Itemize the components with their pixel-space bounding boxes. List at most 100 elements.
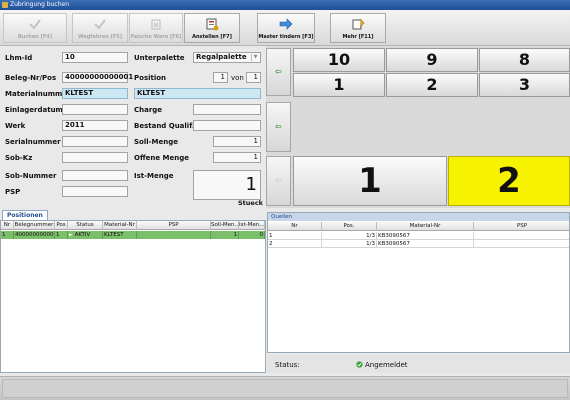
column-pos[interactable]: Pos. <box>322 222 377 231</box>
cell-soll-menge: 1 <box>211 231 239 239</box>
column-nr[interactable]: Nr <box>268 222 322 231</box>
wrong-goods-icon <box>151 19 161 30</box>
column-nr[interactable]: Nr <box>1 221 14 230</box>
offene-menge-field[interactable]: 1 <box>213 152 261 163</box>
column-soll-menge[interactable]: Soll-Men... <box>211 221 239 230</box>
werk-field[interactable]: 2011 <box>62 120 128 131</box>
numpad-nav-bottom[interactable]: ⇦ <box>266 156 291 206</box>
positionen-table-header: Nr Belegnummer Pos Status Material-Nr PS… <box>1 221 265 230</box>
master-tindern-button[interactable]: Master tindern [F3] <box>257 13 315 43</box>
ist-menge-unit: Stueck <box>238 199 264 207</box>
unterpalette-select[interactable]: Regalpalette ▼ <box>193 52 261 63</box>
position-field[interactable]: 1 <box>213 72 228 83</box>
lhm-id-label: Lhm-Id <box>5 54 33 62</box>
check-icon <box>29 19 41 30</box>
column-material-nr[interactable]: Material-Nr <box>377 222 474 231</box>
position-von-label: von <box>231 74 244 82</box>
charge-field[interactable] <box>193 104 261 115</box>
werk-label: Werk <box>5 122 26 130</box>
arrow-left-icon: ⇦ <box>275 67 282 76</box>
wegfahren-button[interactable]: Wegfahren [F5] <box>72 13 128 43</box>
buchen-button[interactable]: Buchen [F4] <box>3 13 67 43</box>
cell-psp <box>137 231 211 239</box>
numpad-key-3[interactable]: 3 <box>479 73 570 97</box>
sob-nummer-label: Sob-Nummer <box>5 172 57 180</box>
einlagerdatum-field[interactable] <box>62 104 128 115</box>
app-icon <box>2 2 8 8</box>
check-icon <box>94 19 106 30</box>
cell-pos: 1 <box>55 231 68 239</box>
cell-status-text: AKTIV <box>74 232 91 238</box>
column-belegnummer[interactable]: Belegnummer <box>14 221 55 230</box>
toolbar: Buchen [F4] Wegfahren [F5] Falsche Ware … <box>0 10 570 46</box>
psp-field[interactable] <box>62 186 128 197</box>
falsche-ware-button-label: Falsche Ware [F6] <box>130 34 182 40</box>
cell-nr: 2 <box>268 240 322 248</box>
column-status[interactable]: Status <box>68 221 103 230</box>
column-psp[interactable]: PSP <box>474 222 570 231</box>
column-psp[interactable]: PSP <box>137 221 211 230</box>
materialnummer-field[interactable]: KLTEST <box>62 88 128 99</box>
anstellen-button[interactable]: Anstellen [F7] <box>184 13 240 43</box>
buchen-button-label: Buchen [F4] <box>17 34 53 40</box>
serialnummer-field[interactable] <box>62 136 128 147</box>
numpad-big-key-1[interactable]: 1 <box>293 156 447 206</box>
bottom-bar <box>0 376 570 400</box>
beleg-nr-pos-field[interactable]: 40000000000001 <box>62 72 133 83</box>
column-pos[interactable]: Pos <box>55 221 68 230</box>
anstellen-button-label: Anstellen [F7] <box>192 34 232 40</box>
table-row[interactable]: 2 1/3 KB3090567 <box>268 240 569 248</box>
mehr-button[interactable]: Mehr [F11] <box>330 13 386 43</box>
ist-menge-label: Ist-Menge <box>134 172 174 180</box>
numpad-key-10[interactable]: 10 <box>293 48 385 72</box>
numpad-panel: ⇦ 10 9 8 1 2 3 ⇦ ⇦ 1 2 <box>266 46 570 208</box>
column-ist-menge[interactable]: Ist-Men... <box>239 221 265 230</box>
cell-nr: 1 <box>268 232 322 240</box>
table-row[interactable]: 1 1/3 KB3090567 <box>268 232 569 240</box>
serialnummer-label: Serialnummer <box>5 138 61 146</box>
numpad-key-2[interactable]: 2 <box>386 73 478 97</box>
numpad-key-8[interactable]: 8 <box>479 48 570 72</box>
bestand-qualif-label: Bestand Qualif. <box>134 122 195 130</box>
bestand-qualif-field[interactable] <box>193 120 261 131</box>
quellen-title: Quellen <box>268 213 569 221</box>
position-label: Position <box>134 74 167 82</box>
numpad-nav-middle[interactable]: ⇦ <box>266 102 291 152</box>
positionen-tabs: Positionen <box>0 210 266 220</box>
falsche-ware-button[interactable]: Falsche Ware [F6] <box>129 13 183 43</box>
tab-positionen[interactable]: Positionen <box>2 210 48 220</box>
cell-belegnummer: 40000000000 <box>15 231 55 239</box>
cell-material-nr: KB3090567 <box>377 232 474 240</box>
numpad-key-1[interactable]: 1 <box>293 73 385 97</box>
material-text-field[interactable]: KLTEST <box>134 88 261 99</box>
positionen-table: Nr Belegnummer Pos Status Material-Nr PS… <box>0 220 266 373</box>
chevron-down-icon[interactable]: ▼ <box>251 54 259 61</box>
soll-menge-label: Soll-Menge <box>134 138 179 146</box>
message-area <box>2 379 568 398</box>
cell-psp <box>474 240 570 248</box>
sob-nummer-field[interactable] <box>62 170 128 181</box>
sob-kz-label: Sob-Kz <box>5 154 33 162</box>
mehr-button-label: Mehr [F11] <box>342 34 374 40</box>
lhm-id-field[interactable]: 10 <box>62 52 128 63</box>
charge-label: Charge <box>134 106 163 114</box>
table-row[interactable]: 1 40000000000 1 ► AKTIV KLTEST 1 0 <box>1 231 265 239</box>
sob-kz-field[interactable] <box>62 152 128 163</box>
queue-icon <box>206 18 219 31</box>
position-von-field[interactable]: 1 <box>246 72 261 83</box>
window-title: Zubringung buchen <box>10 1 69 8</box>
numpad-nav-top[interactable]: ⇦ <box>266 48 291 96</box>
soll-menge-field[interactable]: 1 <box>213 136 261 147</box>
status-bar: Status: Angemeldet <box>267 355 570 373</box>
einlagerdatum-label: Einlagerdatum <box>5 106 63 114</box>
numpad-key-9[interactable]: 9 <box>386 48 478 72</box>
cell-psp <box>474 232 570 240</box>
more-icon <box>352 18 365 30</box>
unterpalette-value: Regalpalette <box>196 53 247 61</box>
status-value: Angemeldet <box>365 361 408 369</box>
numpad-big-key-2[interactable]: 2 <box>448 156 570 206</box>
quellen-table-header: Nr Pos. Material-Nr PSP <box>268 222 569 231</box>
unterpalette-label: Unterpalette <box>134 54 185 62</box>
column-material-nr[interactable]: Material-Nr <box>103 221 137 230</box>
ist-menge-field[interactable]: 1 <box>193 170 261 200</box>
